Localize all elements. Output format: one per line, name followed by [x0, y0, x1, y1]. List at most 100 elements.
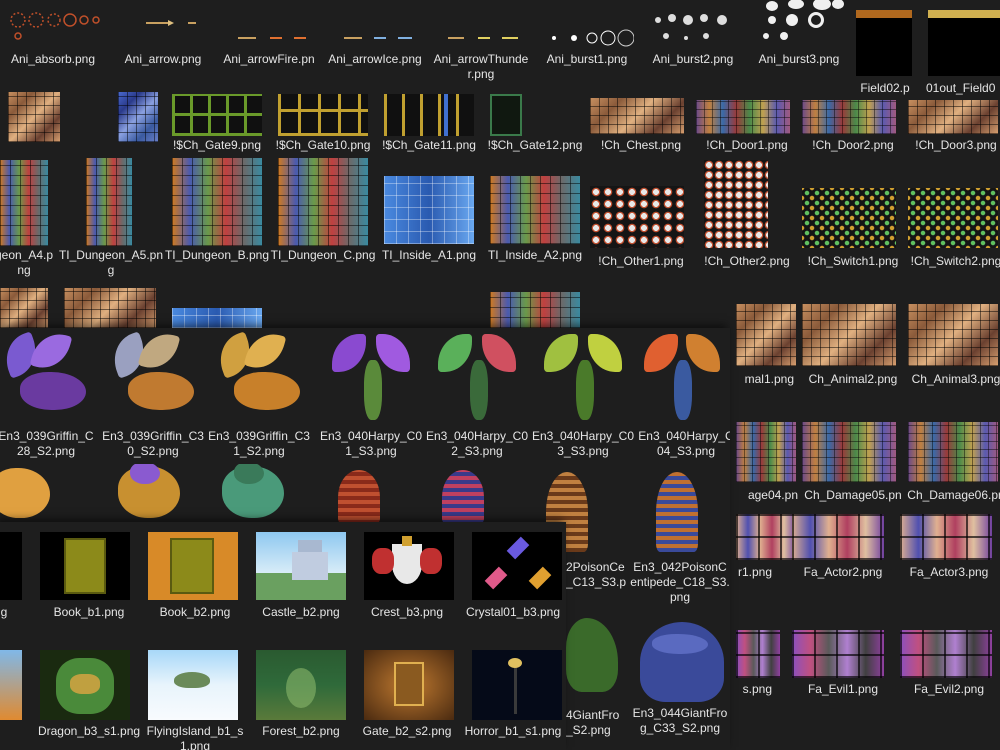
file-tile[interactable]: En3_040Harpy_C03_S3.png [530, 328, 636, 458]
file-name: En3_039Griffin_C31_S2.png [208, 429, 310, 458]
file-tile[interactable]: Castle_b2.png [248, 522, 354, 632]
file-tile[interactable]: Field02.p [852, 0, 922, 96]
image-thumbnail [908, 188, 998, 248]
image-thumbnail [364, 532, 454, 600]
file-tile[interactable]: Fa_Evil2.png [896, 628, 1000, 708]
file-name: Ani_burst2.png [652, 52, 734, 66]
file-tile[interactable]: !$Ch_Gate12.png [482, 88, 588, 158]
image-thumbnail [384, 176, 474, 244]
file-tile[interactable]: !Ch_Door2.png [800, 88, 906, 158]
file-name: FlyingIsland_b1_s1.png [146, 724, 244, 750]
file-tile[interactable]: Ani_burst2.png [640, 0, 746, 80]
file-tile[interactable]: Book_b1.png [36, 522, 142, 632]
file-tile[interactable]: Ani_arrowFire.pn [216, 0, 322, 80]
file-tile[interactable]: En3_039Griffin_C28_S2.png [0, 328, 100, 458]
file-tile[interactable]: En3_039Griffin_C31_S2.png [206, 328, 312, 458]
file-name: geon_A4.png [0, 248, 54, 277]
file-tile[interactable]: Ani_arrow.png [110, 0, 216, 80]
file-name: TI_Dungeon_B.png [164, 248, 270, 262]
file-tile[interactable]: !$Ch_Gate10.png [270, 88, 376, 158]
file-tile[interactable]: TI_Inside_A1.png [376, 158, 482, 278]
file-name: !$Ch_Gate10.png [275, 138, 371, 152]
file-name: !Ch_Door2.png [812, 138, 894, 152]
image-thumbnail [430, 330, 526, 426]
file-tile[interactable] [110, 88, 160, 158]
file-tile[interactable]: Ch_Damage06.pn [906, 418, 1000, 508]
file-tile[interactable]: Ch_Damage05.pn [800, 418, 906, 508]
file-tile[interactable]: !Ch_Door1.png [694, 88, 800, 158]
file-name: Crystal01_b3.png [465, 605, 561, 619]
thunder-arrow-sprite-icon [448, 37, 518, 39]
file-tile[interactable]: En3_039Griffin_C30_S2.png [100, 328, 206, 458]
image-thumbnail [324, 330, 420, 426]
file-tile[interactable]: Ani_absorb.png [0, 0, 106, 80]
image-thumbnail [792, 630, 884, 678]
file-tile[interactable]: Book_b2.png [142, 522, 248, 632]
file-tile[interactable]: FlyingIsland_b1_s1.png [142, 640, 248, 750]
image-thumbnail [0, 288, 48, 328]
file-tile[interactable]: Fa_Actor3.png [896, 512, 1000, 588]
file-tile[interactable]: Forest_b2.png [248, 640, 354, 750]
file-tile[interactable]: En3_040Harpy_C02_S3.png [424, 328, 530, 458]
file-tile[interactable]: TI_Dungeon_B.png [164, 158, 270, 278]
image-thumbnail [736, 422, 796, 482]
image-thumbnail [900, 630, 992, 678]
file-tile[interactable]: Ani_arrowIce.png [322, 0, 428, 80]
file-tile[interactable]: !Ch_Chest.png [588, 88, 694, 158]
image-thumbnail [490, 292, 580, 328]
file-tile[interactable]: Dragon_b3_s1.png [36, 640, 142, 750]
image-thumbnail [106, 332, 202, 426]
file-tile[interactable]: Ch_Animal3.png [906, 300, 1000, 390]
image-thumbnail [0, 650, 22, 720]
image-thumbnail [540, 20, 634, 50]
file-tile[interactable]: !$Ch_Gate9.png [164, 88, 270, 158]
image-thumbnail [8, 92, 60, 142]
file-tile[interactable]: !Ch_Other2.png [694, 158, 800, 278]
image-thumbnail [900, 514, 992, 560]
file-tile[interactable]: geon_A4.png [0, 158, 56, 278]
image-thumbnail [434, 6, 528, 40]
file-name: TI_Inside_A2.png [487, 248, 583, 262]
file-name: En3_040Harpy_C02_S3.png [425, 429, 529, 458]
file-tile[interactable]: Fa_Actor2.png [790, 512, 896, 588]
file-tile[interactable]: TI_Dungeon_A5.png [58, 158, 164, 278]
file-name: Fa_Evil2.png [913, 682, 985, 696]
file-tile[interactable]: Ani_arrowThunder.png [428, 0, 534, 81]
file-tile[interactable]: Ani_burst3.png [746, 0, 852, 80]
file-tile[interactable]: En3_044GiantFrog_C33_S2.png [630, 610, 730, 740]
file-tile[interactable]: Ch_Animal2.png [800, 300, 906, 390]
file-tile[interactable]: TI_Dungeon_C.png [270, 158, 376, 278]
image-thumbnail [490, 94, 522, 136]
file-name: Fa_Evil1.png [807, 682, 879, 696]
file-tile[interactable]: !Ch_Door3.png [906, 88, 1000, 158]
file-tile[interactable] [0, 88, 60, 158]
image-thumbnail [490, 176, 580, 244]
file-tile[interactable]: Crystal01_b3.png [460, 522, 566, 632]
file-name: !$Ch_Gate9.png [172, 138, 262, 152]
file-tile[interactable]: En3_040Harpy_C04_S3.png [636, 328, 730, 458]
file-name: Fa_Actor2.png [803, 565, 883, 579]
file-tile[interactable]: !Ch_Other1.png [588, 158, 694, 278]
file-tile[interactable]: !$Ch_Gate11.png [376, 88, 482, 158]
file-tile[interactable]: g [0, 522, 34, 632]
file-tile[interactable]: TI_Inside_A2.png [482, 158, 588, 278]
file-tile[interactable]: !Ch_Switch2.png [906, 158, 1000, 278]
file-tile[interactable]: 01out_Field0 [922, 0, 1000, 96]
file-tile[interactable]: Fa_Evil1.png [790, 628, 896, 708]
file-name: Book_b2.png [159, 605, 231, 619]
file-tile[interactable]: !Ch_Switch1.png [800, 158, 906, 278]
file-tile[interactable]: age04.pn [730, 418, 800, 508]
file-tile[interactable]: Horror_b1_s1.png [460, 640, 566, 750]
file-name: !Ch_Other1.png [598, 254, 684, 268]
file-tile[interactable]: Gate_b2_s2.png [354, 640, 460, 750]
image-thumbnail [908, 422, 998, 482]
file-tile[interactable]: mal1.png [730, 300, 800, 390]
file-tile[interactable]: Ani_burst1.png [534, 0, 640, 80]
image-thumbnail [472, 532, 562, 600]
image-thumbnail [118, 92, 158, 142]
file-tile[interactable]: Crest_b3.png [354, 522, 460, 632]
file-tile[interactable]: En3_042PoisonCentipede_C18_S3.png [630, 464, 730, 614]
file-name: Ch_Damage06.pn [907, 488, 1000, 502]
absorb-sprite-icon [10, 12, 100, 40]
file-tile[interactable]: En3_040Harpy_C01_S3.png [318, 328, 424, 458]
